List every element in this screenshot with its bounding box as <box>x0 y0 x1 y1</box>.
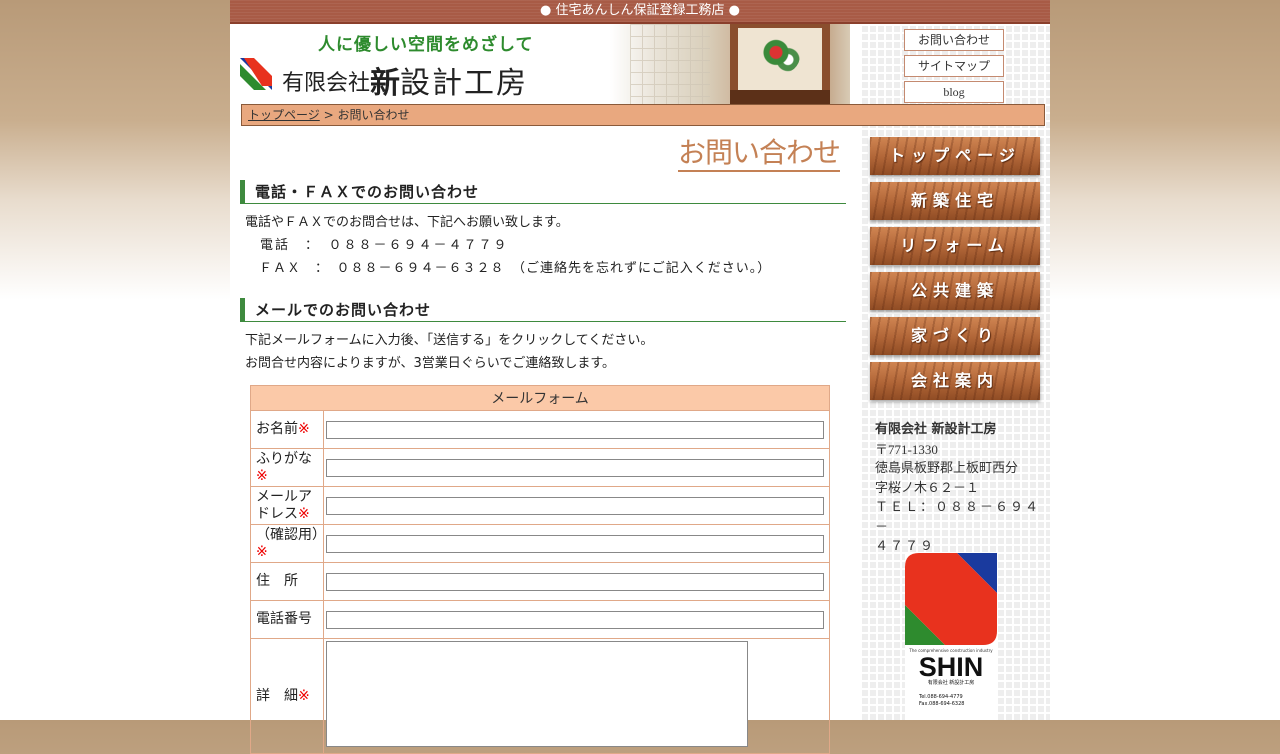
nav-public-building[interactable]: 公共建築 <box>870 272 1040 310</box>
address-line2: 字桜ノ木６２－１ <box>875 480 980 496</box>
company-name: 有限会社新設計工房 <box>282 58 528 102</box>
address-line1: 徳島県板野郡上板町西分 <box>875 461 1019 476</box>
company-address: 有限会社 新設計工房 〒771-1330 徳島県板野郡上板町西分 字桜ノ木６２－… <box>875 420 1050 557</box>
mail-response-text: お問合せ内容によりますが、3営業日ぐらいでご連絡致します。 <box>245 356 616 371</box>
contact-link[interactable]: お問い合わせ <box>904 29 1004 51</box>
header-photo <box>610 24 850 104</box>
address-input[interactable] <box>326 572 824 591</box>
nav-company-info[interactable]: 会社案内 <box>870 362 1040 400</box>
company-shin: 新 <box>370 66 401 101</box>
svg-text:Fax.088-694-6328: Fax.088-694-6328 <box>919 701 964 707</box>
phone-fax-heading: 電話・ＦＡＸでのお問い合わせ <box>240 180 846 204</box>
phone-intro-text: 電話やＦＡＸでのお問合せは、下記へお願い致します。 <box>245 215 569 230</box>
breadcrumb-home-link[interactable]: トップページ <box>248 108 320 122</box>
details-label: 詳 細※ <box>250 638 324 754</box>
details-textarea[interactable] <box>326 641 748 747</box>
form-title: メールフォーム <box>250 385 830 411</box>
logo-mark-icon <box>240 58 272 90</box>
nav-reform[interactable]: リフォーム <box>870 227 1040 265</box>
mini-links: お問い合わせ サイトマップ blog <box>904 29 1004 107</box>
email-input[interactable] <box>326 496 824 515</box>
svg-text:SHIN: SHIN <box>919 652 984 682</box>
name-label: お名前※ <box>250 410 324 449</box>
nav-new-house[interactable]: 新築住宅 <box>870 182 1040 220</box>
phone-number-text: 電話 ： ０８８－６９４－４７７９ <box>245 238 509 253</box>
address-label: 住 所 <box>250 562 324 601</box>
sitemap-link[interactable]: サイトマップ <box>904 55 1004 77</box>
furigana-input[interactable] <box>326 458 824 477</box>
company-rest: 設計工房 <box>400 66 529 101</box>
svg-text:Tel.088-694-4779: Tel.088-694-4779 <box>918 694 963 700</box>
mail-heading: メールでのお問い合わせ <box>240 298 846 322</box>
page-wrapper: ● 住宅あんしん保証登録工務店 ● 人に優しい空間をめざして 有限会社新設計工房… <box>230 0 1050 754</box>
furigana-label: ふりがな※ <box>250 448 324 487</box>
phone-label: 電話番号 <box>250 600 324 639</box>
email-label: メールアドレス※ <box>250 486 324 525</box>
company-prefix: 有限会社 <box>282 71 371 96</box>
email-confirm-label: （確認用）※ <box>250 524 326 563</box>
breadcrumb-current: お問い合わせ <box>337 108 410 122</box>
mail-instruction-text: 下記メールフォームに入力後、「送信する」をクリックしてください。 <box>245 333 654 348</box>
svg-text:有限会社 新設計工房: 有限会社 新設計工房 <box>928 679 975 686</box>
page-title: お問い合わせ <box>677 136 841 172</box>
address-postal: 〒771-1330 <box>875 441 938 457</box>
breadcrumb: トップページ > お問い合わせ <box>241 104 1045 126</box>
email-confirm-input[interactable] <box>326 534 824 553</box>
name-input[interactable] <box>326 420 824 439</box>
mail-form: メールフォーム お名前※ ふりがな※ メールアドレス※ （確認用）※ 住 所 電… <box>250 385 830 754</box>
fax-number-text: ＦＡＸ ： ０８８－６９４－６３２８ （ご連絡先を忘れずにご記入ください。） <box>245 261 772 276</box>
tagline: 人に優しい空間をめざして <box>318 35 534 55</box>
address-tel1: ＴＥＬ：０８８－６９４－ <box>875 500 1041 535</box>
breadcrumb-separator: > <box>319 108 338 122</box>
address-company-name: 有限会社 新設計工房 <box>875 422 997 437</box>
nav-house-making[interactable]: 家づくり <box>870 317 1040 355</box>
shin-logo-banner[interactable]: The comprehensive construction industry … <box>905 553 997 720</box>
blog-link[interactable]: blog <box>904 81 1004 103</box>
nav-top-page[interactable]: トップページ <box>870 137 1040 175</box>
phone-input[interactable] <box>326 610 824 629</box>
top-banner: ● 住宅あんしん保証登録工務店 ● <box>230 0 1050 24</box>
shin-logo-icon: The comprehensive construction industry … <box>905 553 997 707</box>
site-logo[interactable]: 人に優しい空間をめざして 有限会社新設計工房 <box>230 24 610 104</box>
